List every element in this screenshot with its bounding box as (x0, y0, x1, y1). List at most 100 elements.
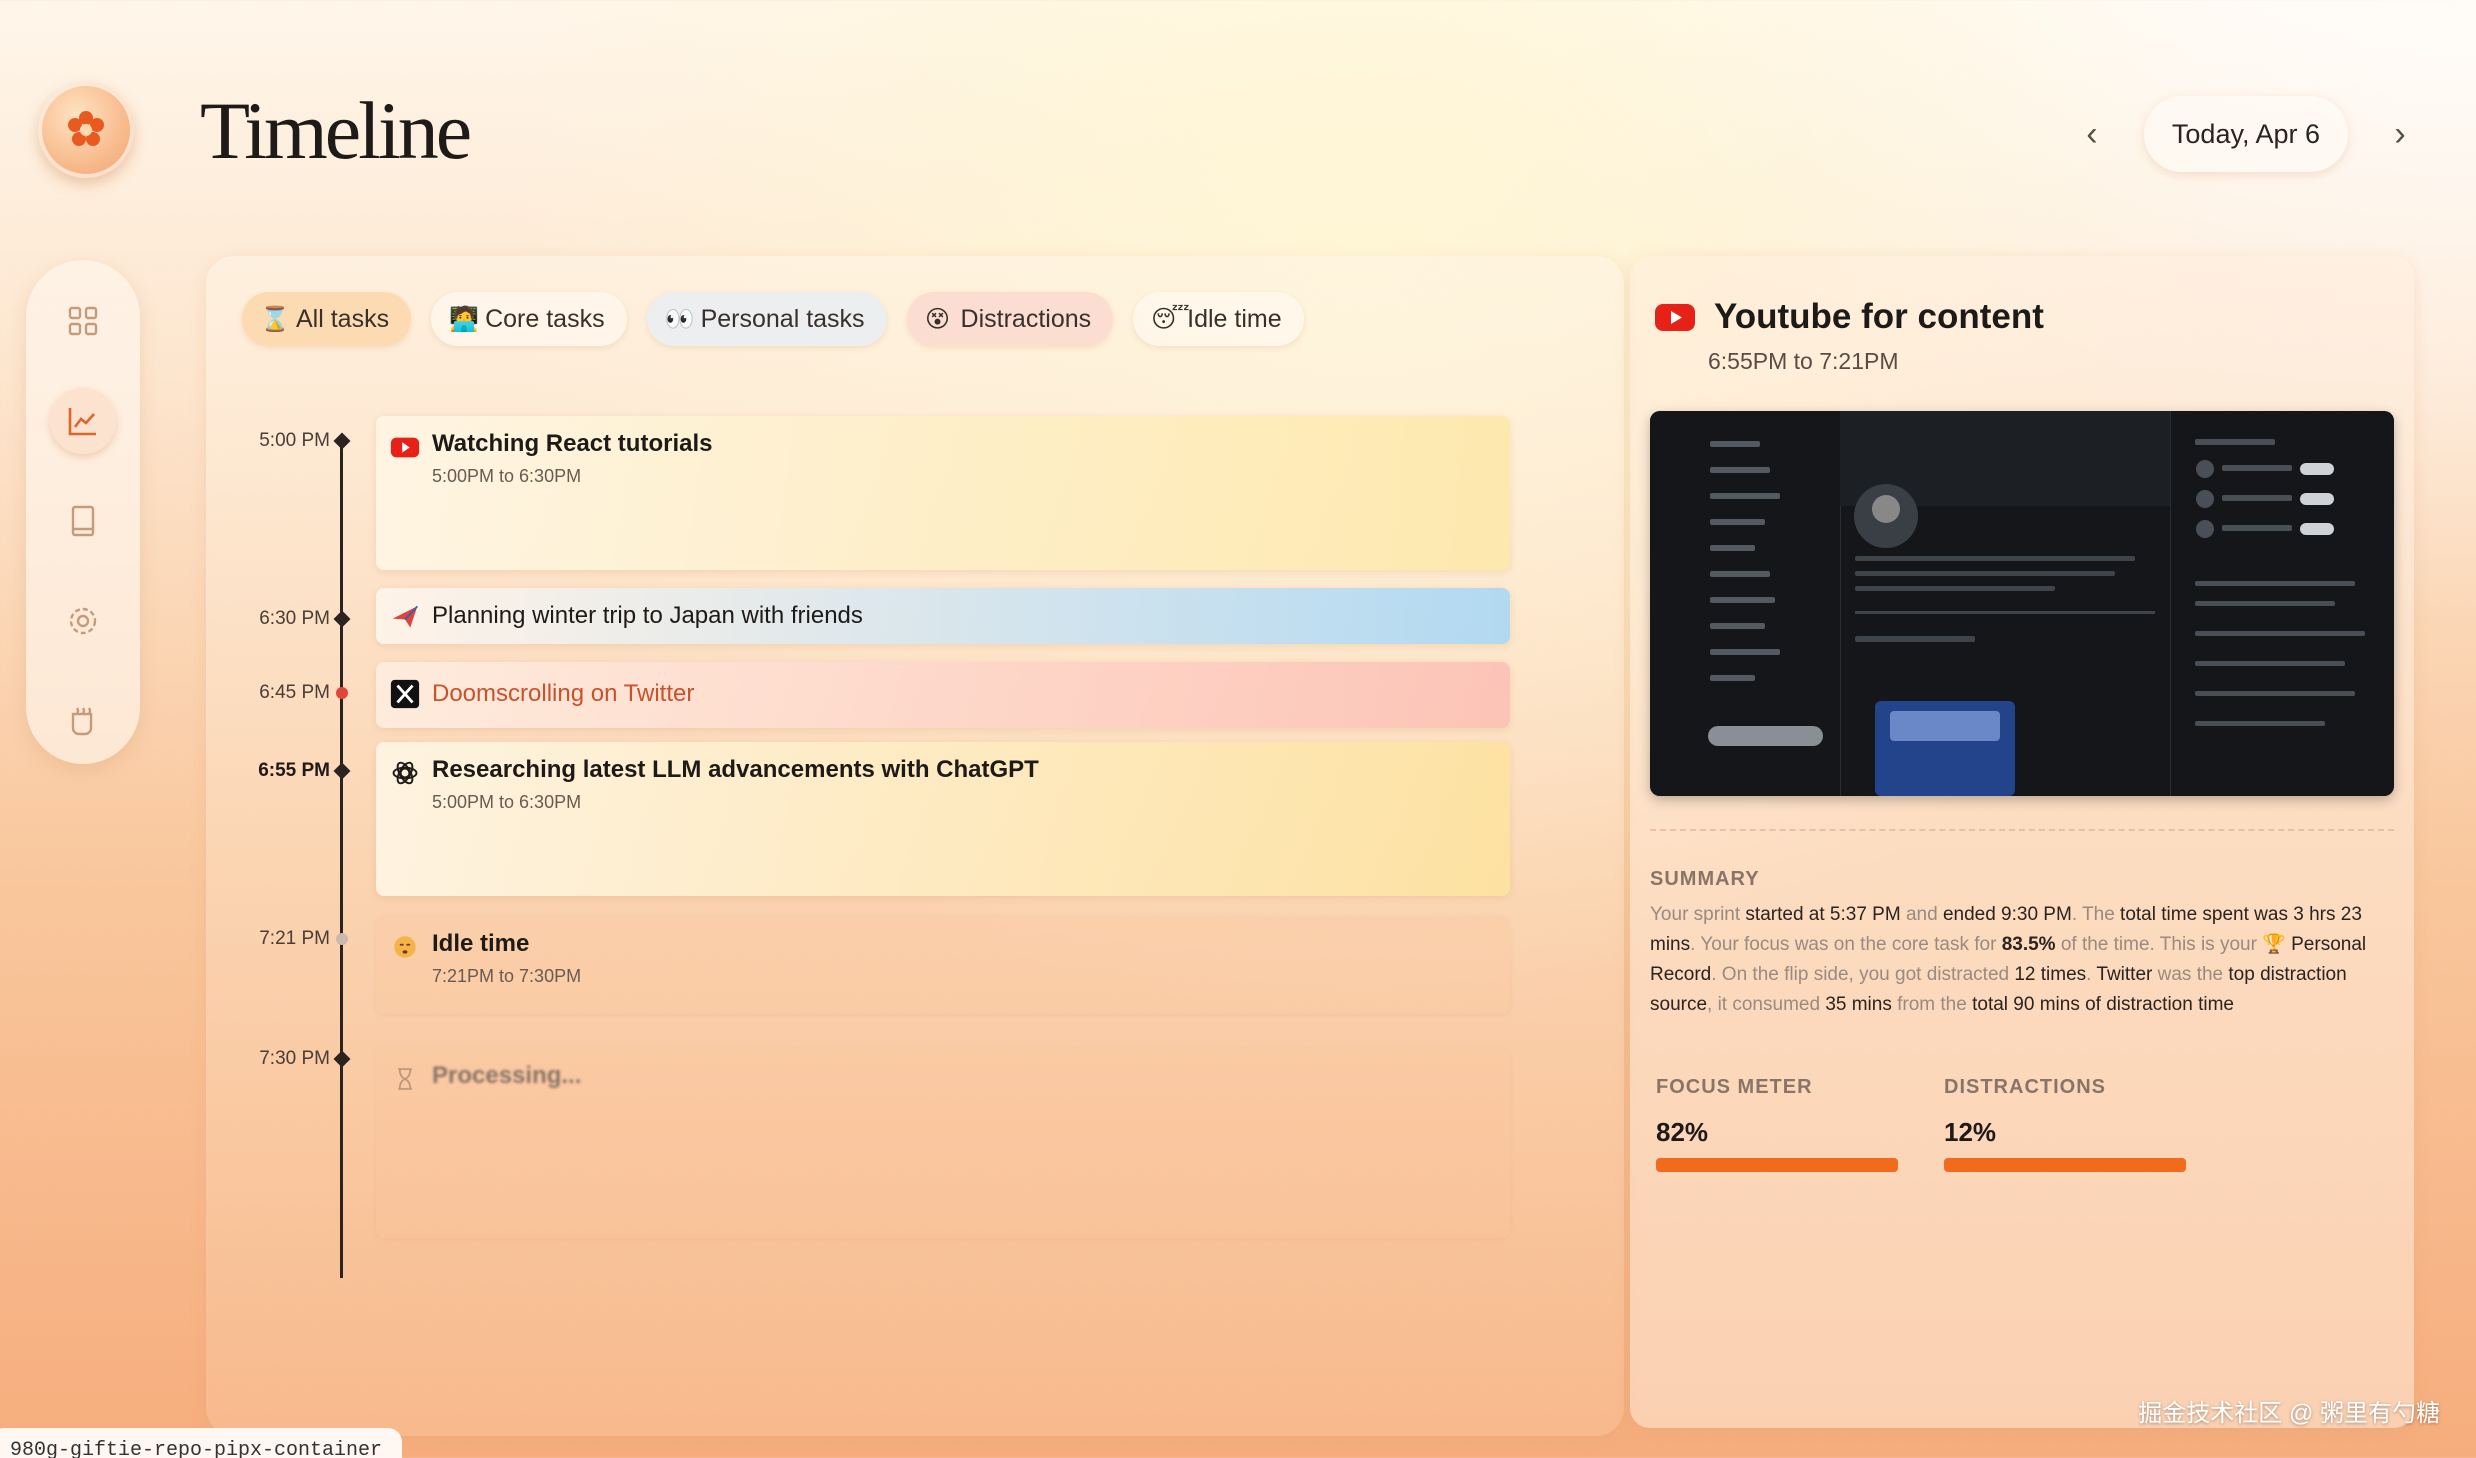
openai-icon (388, 756, 422, 790)
summary-fragment: Twitter (2096, 964, 2153, 985)
time-label: 6:45 PM (259, 682, 330, 703)
timeline-entry-twitter[interactable]: Doomscrolling on Twitter (376, 662, 1510, 728)
sleeping-face-icon: 😴 (1151, 305, 1190, 333)
timeline-marker (333, 762, 351, 780)
entry-title: Processing... (432, 1062, 582, 1089)
filter-idle-time[interactable]: 😴 Idle time (1133, 292, 1304, 346)
grid-icon (68, 306, 98, 336)
screenshot-preview[interactable] (1650, 411, 2394, 796)
current-date[interactable]: Today, Apr 6 (2143, 96, 2348, 172)
mug-icon (71, 707, 93, 736)
detail-panel: Youtube for content 6:55PM to 7:21PM SUM… (1630, 256, 2414, 1428)
chip-label: Core tasks (485, 304, 605, 333)
filter-distractions[interactable]: 😵 Distractions (906, 292, 1114, 346)
timeline-entry-japan-trip[interactable]: Planning winter trip to Japan with frien… (376, 588, 1510, 644)
timeline-entry-react[interactable]: Watching React tutorials 5:00PM to 6:30P… (376, 416, 1510, 570)
summary-fragment: . Your focus was on the core task for (1690, 934, 2002, 955)
entry-time: 7:21PM to 7:30PM (432, 966, 582, 986)
hourglass-icon (388, 1062, 422, 1096)
summary-fragment: ended 9:30 PM (1942, 904, 2072, 925)
entry-time: 5:00PM to 6:30PM (432, 466, 582, 486)
summary-fragment: of the time. This is your (2055, 934, 2263, 955)
focus-meter: FOCUS METER 82% (1656, 1076, 1906, 1172)
filter-core-tasks[interactable]: 🧑‍💻 Core tasks (431, 292, 627, 346)
summary-fragment: started at 5:37 PM (1745, 904, 1901, 925)
container-tag: 980g-giftie-repo-pipx-container (0, 1428, 403, 1458)
summary-fragment: total 90 mins of distraction time (1972, 994, 2234, 1015)
meter-value: 82% (1656, 1117, 1709, 1147)
chip-label: All tasks (296, 304, 390, 333)
settings-icon (69, 607, 97, 635)
detail-header: Youtube for content (1654, 296, 2044, 338)
youtube-icon (1655, 304, 1695, 331)
summary-fragment: 12 times (2014, 964, 2087, 985)
sidebar-item-settings[interactable] (50, 588, 116, 654)
eyes-icon: 👀 (664, 305, 695, 333)
summary-fragment: . (2086, 964, 2097, 985)
summary-fragment: Your sprint (1650, 904, 1746, 925)
trophy-icon: 🏆 (2262, 934, 2286, 955)
time-label: 7:21 PM (259, 928, 330, 949)
x-icon (388, 677, 422, 711)
filter-all-tasks[interactable]: ⌛ All tasks (242, 292, 412, 346)
entry-title: Planning winter trip to Japan with frien… (432, 602, 863, 629)
summary-fragment: . On the flip side, you got distracted (1711, 964, 2015, 985)
chart-icon (68, 408, 96, 436)
summary-fragment: was the (2152, 964, 2229, 985)
chip-label: Personal tasks (700, 304, 865, 333)
time-label: 7:30 PM (259, 1048, 330, 1069)
distractions-meter: DISTRACTIONS 12% (1944, 1076, 2194, 1172)
timeline-entry-llm-research[interactable]: Researching latest LLM advancements with… (376, 742, 1510, 896)
sidebar-item-breaks[interactable] (50, 688, 116, 754)
section-divider (1650, 829, 2394, 831)
app-logo[interactable] (38, 82, 134, 178)
entry-title: Idle time (432, 930, 530, 957)
youtube-icon (388, 430, 422, 464)
sidebar-item-dashboard[interactable] (50, 288, 116, 354)
technologist-icon: 🧑‍💻 (449, 305, 479, 333)
timeline-marker (333, 1050, 351, 1068)
time-label: 6:30 PM (259, 608, 330, 629)
timeline-axis (340, 438, 343, 1278)
time-label-current: 6:55 PM (258, 760, 330, 781)
sidebar (26, 260, 140, 764)
chip-label: Idle time (1187, 304, 1282, 333)
watermark: 掘金技术社区 @ 粥里有勺糖 (2138, 1400, 2440, 1427)
summary-fragment: and (1900, 904, 1943, 925)
timeline-panel: ⌛ All tasks 🧑‍💻 Core tasks 👀 Personal ta… (206, 256, 1624, 1436)
sidebar-item-reports[interactable] (50, 488, 116, 554)
sidebar-item-timeline[interactable] (50, 388, 116, 454)
page-title: Timeline (200, 85, 472, 176)
summary-fragment: from the (1891, 994, 1973, 1015)
filter-personal-tasks[interactable]: 👀 Personal tasks (646, 292, 887, 346)
meter-label: FOCUS METER (1656, 1076, 1813, 1098)
summary-fragment: , it consumed (1707, 994, 1826, 1015)
hourglass-icon: ⌛ (260, 305, 290, 333)
prev-day-button[interactable]: ‹ (2060, 102, 2124, 166)
idle-icon (388, 930, 422, 964)
dizzy-face-icon: 😵 (925, 305, 951, 333)
next-day-button[interactable]: › (2368, 102, 2432, 166)
chip-label: Distractions (960, 304, 1092, 333)
entry-title: Watching React tutorials (432, 430, 713, 457)
entry-time: 5:00PM to 6:30PM (432, 792, 582, 812)
summary-fragment: 83.5% (2001, 934, 2056, 955)
time-label: 5:00 PM (259, 430, 330, 451)
timeline-marker (333, 610, 351, 628)
timeline-entry-idle[interactable]: Idle time 7:21PM to 7:30PM (376, 916, 1510, 1014)
meter-bar (1656, 1158, 1898, 1172)
entry-title: Researching latest LLM advancements with… (432, 756, 1039, 783)
timeline-marker-distraction (336, 687, 348, 699)
detail-time-range: 6:55PM to 7:21PM (1708, 348, 1899, 374)
filter-chips: ⌛ All tasks 🧑‍💻 Core tasks 👀 Personal ta… (242, 292, 1304, 346)
meter-bar (1944, 1158, 2186, 1172)
timeline-entry-processing: Processing... (376, 1048, 1510, 1238)
tablet-icon (71, 505, 95, 537)
plane-icon (388, 599, 422, 633)
summary-fragment: 35 mins (1825, 994, 1892, 1015)
summary-fragment: . The (2071, 904, 2121, 925)
meter-label: DISTRACTIONS (1944, 1076, 2106, 1098)
summary-heading: SUMMARY (1650, 868, 1760, 890)
flower-icon (68, 111, 104, 146)
detail-title: Youtube for content (1714, 297, 2044, 336)
